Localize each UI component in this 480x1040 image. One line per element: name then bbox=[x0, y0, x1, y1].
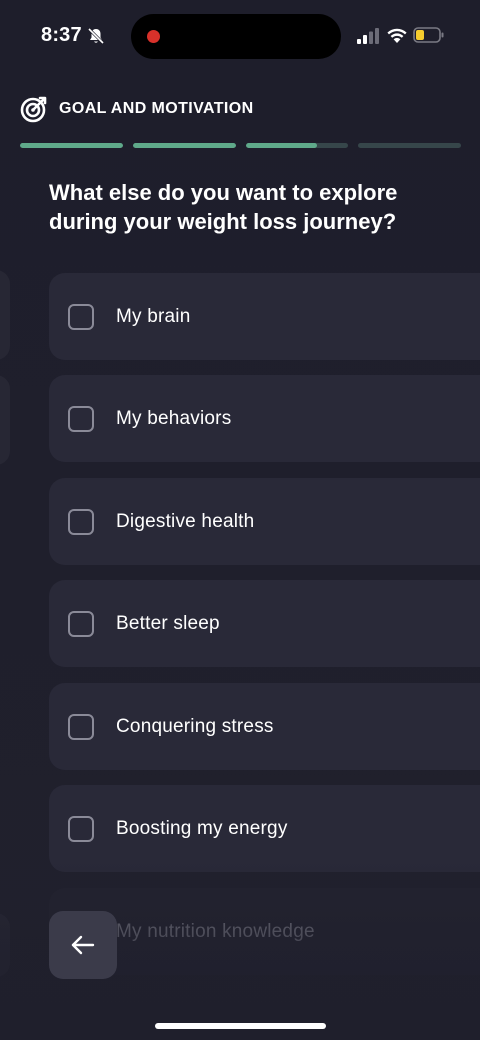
option-conquering-stress[interactable]: Conquering stress bbox=[49, 683, 480, 770]
battery-icon bbox=[413, 27, 444, 43]
option-better-sleep[interactable]: Better sleep bbox=[49, 580, 480, 667]
checkbox[interactable] bbox=[68, 508, 94, 535]
status-bar: 8:37 bbox=[0, 0, 480, 72]
checkbox[interactable] bbox=[68, 405, 94, 432]
option-my-brain[interactable]: My brain bbox=[49, 273, 480, 360]
option-label: Better sleep bbox=[116, 612, 220, 634]
target-icon bbox=[20, 96, 47, 123]
option-label: Conquering stress bbox=[116, 715, 274, 737]
previous-screen-card bbox=[0, 270, 10, 360]
previous-screen-card bbox=[0, 375, 10, 465]
checkbox[interactable] bbox=[68, 303, 94, 330]
recording-indicator-icon bbox=[147, 30, 160, 43]
signal-icon bbox=[357, 28, 379, 44]
progress-segment bbox=[245, 143, 349, 148]
progress-segment bbox=[20, 143, 123, 148]
checkbox[interactable] bbox=[68, 713, 94, 740]
option-label: My brain bbox=[116, 305, 191, 327]
progress-segment bbox=[358, 143, 461, 148]
wifi-icon bbox=[387, 28, 407, 43]
arrow-left-icon bbox=[71, 935, 95, 955]
option-label: Boosting my energy bbox=[116, 817, 288, 839]
bell-slash-icon bbox=[87, 27, 105, 45]
option-digestive-health[interactable]: Digestive health bbox=[49, 478, 480, 565]
progress-bar bbox=[20, 143, 461, 148]
option-my-behaviors[interactable]: My behaviors bbox=[49, 375, 480, 462]
home-indicator[interactable] bbox=[155, 1023, 326, 1029]
option-label: My behaviors bbox=[116, 407, 232, 429]
option-label: Digestive health bbox=[116, 510, 255, 532]
option-label: My nutrition knowledge bbox=[116, 920, 315, 942]
option-boosting-energy[interactable]: Boosting my energy bbox=[49, 785, 480, 872]
section-header: GOAL AND MOTIVATION bbox=[20, 94, 254, 124]
screen: 8:37 GOAL AND MOTIVATION What else do yo… bbox=[0, 0, 480, 1040]
back-button[interactable] bbox=[49, 911, 117, 979]
checkbox[interactable] bbox=[68, 610, 94, 637]
section-title: GOAL AND MOTIVATION bbox=[59, 100, 254, 117]
status-time: 8:37 bbox=[41, 24, 82, 46]
dynamic-island bbox=[131, 14, 341, 59]
checkbox[interactable] bbox=[68, 815, 94, 842]
progress-segment bbox=[132, 143, 236, 148]
previous-screen-card bbox=[0, 913, 10, 977]
question-title: What else do you want to explore during … bbox=[49, 180, 398, 234]
